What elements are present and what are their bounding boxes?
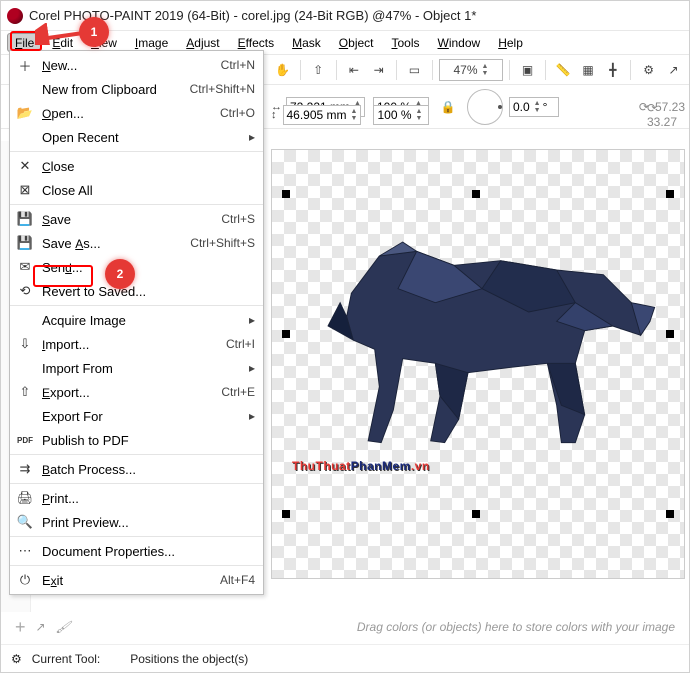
- align-right-icon[interactable]: ⇥: [367, 59, 390, 81]
- add-color-button[interactable]: +: [15, 617, 26, 638]
- menu-item-pen[interactable]: 📂Open...Ctrl+O: [10, 101, 263, 125]
- gear-icon[interactable]: ⚙: [11, 652, 22, 666]
- saveas-icon: 💾: [14, 233, 36, 253]
- selection-handle[interactable]: [472, 190, 480, 198]
- menu-item-new-from-clipboard[interactable]: New from ClipboardCtrl+Shift+N: [10, 77, 263, 101]
- menu-item-lose[interactable]: ✕Close: [10, 154, 263, 178]
- blank-icon: [14, 358, 36, 378]
- submenu-arrow-icon: ▸: [247, 361, 255, 375]
- menu-item-print-preview[interactable]: 🔍Print Preview...: [10, 510, 263, 534]
- launch-icon[interactable]: ↗: [662, 59, 685, 81]
- selection-handle[interactable]: [666, 510, 674, 518]
- statusbar-label: Current Tool:: [32, 652, 100, 666]
- pdf-icon: PDF: [14, 430, 36, 450]
- color-strip-hint: Drag colors (or objects) here to store c…: [81, 620, 675, 634]
- close-icon: ✕: [14, 156, 36, 176]
- highlight-save-as: [33, 265, 93, 287]
- callout-2: 2: [105, 259, 135, 289]
- selection-handle[interactable]: [666, 330, 674, 338]
- menu-item-ew[interactable]: ＋New...Ctrl+N: [10, 53, 263, 77]
- submenu-arrow-icon: ▸: [247, 313, 255, 327]
- fit-icon[interactable]: ▭: [403, 59, 426, 81]
- menu-tools[interactable]: Tools: [384, 33, 428, 52]
- menu-item-publish-to-pdf[interactable]: PDFPublish to PDF: [10, 428, 263, 452]
- export-icon: ⇧: [14, 382, 36, 402]
- menu-item-import-from[interactable]: Import From▸: [10, 356, 263, 380]
- menu-item-rint[interactable]: 🖨Print...: [10, 486, 263, 510]
- guides-icon[interactable]: ╋: [601, 59, 624, 81]
- menu-item-atch-process[interactable]: ⇉Batch Process...: [10, 457, 263, 481]
- menu-item-close-all[interactable]: ⊠Close All: [10, 178, 263, 202]
- menu-item-exit[interactable]: ⏻ExitAlt+F4: [10, 568, 263, 592]
- new-icon: ＋: [14, 55, 36, 75]
- canvas[interactable]: ThuThuatPhanMem.vn: [271, 149, 685, 579]
- menu-item-ave[interactable]: 💾SaveCtrl+S: [10, 207, 263, 231]
- print-icon: 🖨: [14, 488, 36, 508]
- selection-handle[interactable]: [472, 510, 480, 518]
- submenu-arrow-icon: ▸: [247, 409, 255, 423]
- statusbar: ⚙ Current Tool: Positions the object(s): [1, 644, 689, 672]
- printprev-icon: 🔍: [14, 512, 36, 532]
- wolf-object[interactable]: [292, 200, 672, 480]
- menu-help[interactable]: Help: [490, 33, 531, 52]
- grid-icon[interactable]: ▦: [577, 59, 600, 81]
- app-icon: [7, 8, 23, 24]
- blank-icon: [14, 79, 36, 99]
- hand-tool-icon[interactable]: ✋: [271, 59, 294, 81]
- file-dropdown: ＋New...Ctrl+NNew from ClipboardCtrl+Shif…: [9, 50, 264, 595]
- selection-handle[interactable]: [282, 190, 290, 198]
- menu-item-open-recent[interactable]: Open Recent▸: [10, 125, 263, 149]
- statusbar-value: Positions the object(s): [130, 652, 248, 666]
- closeall-icon: ⊠: [14, 180, 36, 200]
- callout-1: 1: [79, 17, 109, 47]
- batch-icon: ⇉: [14, 459, 36, 479]
- brush-icon: 🖌: [56, 620, 71, 634]
- align-left-icon[interactable]: ⇤: [342, 59, 365, 81]
- menu-item-acquire-image[interactable]: Acquire Image▸: [10, 308, 263, 332]
- exit-icon: ⏻: [14, 570, 36, 590]
- blank-icon: [14, 127, 36, 147]
- selection-handle[interactable]: [282, 510, 290, 518]
- watermark: ThuThuatPhanMem.vn: [292, 450, 430, 476]
- menu-item-xport[interactable]: ⇧Export...Ctrl+E: [10, 380, 263, 404]
- menu-window[interactable]: Window: [430, 33, 489, 52]
- fullscreen-icon[interactable]: ▣: [516, 59, 539, 81]
- blank-icon: [14, 406, 36, 426]
- menu-item-mport[interactable]: ⇩Import...Ctrl+I: [10, 332, 263, 356]
- color-well-placeholder[interactable]: + ↗ 🖌 Drag colors (or objects) here to s…: [9, 614, 681, 640]
- menu-object[interactable]: Object: [331, 33, 382, 52]
- options-icon[interactable]: ⚙: [637, 59, 660, 81]
- menu-item-export-for[interactable]: Export For▸: [10, 404, 263, 428]
- callout-arrow: [35, 23, 85, 45]
- menu-mask[interactable]: Mask: [284, 33, 329, 52]
- lock-ratio-icon[interactable]: 🔒: [435, 96, 461, 118]
- selection-handle[interactable]: [282, 330, 290, 338]
- ruler-icon[interactable]: 📏: [552, 59, 575, 81]
- submenu-arrow-icon: ▸: [247, 130, 255, 144]
- menu-item-document-properties[interactable]: ⋯Document Properties...: [10, 539, 263, 563]
- save-icon: 💾: [14, 209, 36, 229]
- selection-handle[interactable]: [666, 190, 674, 198]
- zoom-value: 47%: [453, 63, 477, 77]
- blank-icon: [14, 310, 36, 330]
- menu-item-save-as[interactable]: 💾Save As...Ctrl+Shift+S: [10, 231, 263, 255]
- docprop-icon: ⋯: [14, 541, 36, 561]
- open-icon: 📂: [14, 103, 36, 123]
- zoom-select[interactable]: 47% ▲▼: [439, 59, 503, 81]
- export-icon[interactable]: ⇧: [307, 59, 330, 81]
- import-icon: ⇩: [14, 334, 36, 354]
- angle-input[interactable]: 0.0▲▼°: [509, 97, 559, 117]
